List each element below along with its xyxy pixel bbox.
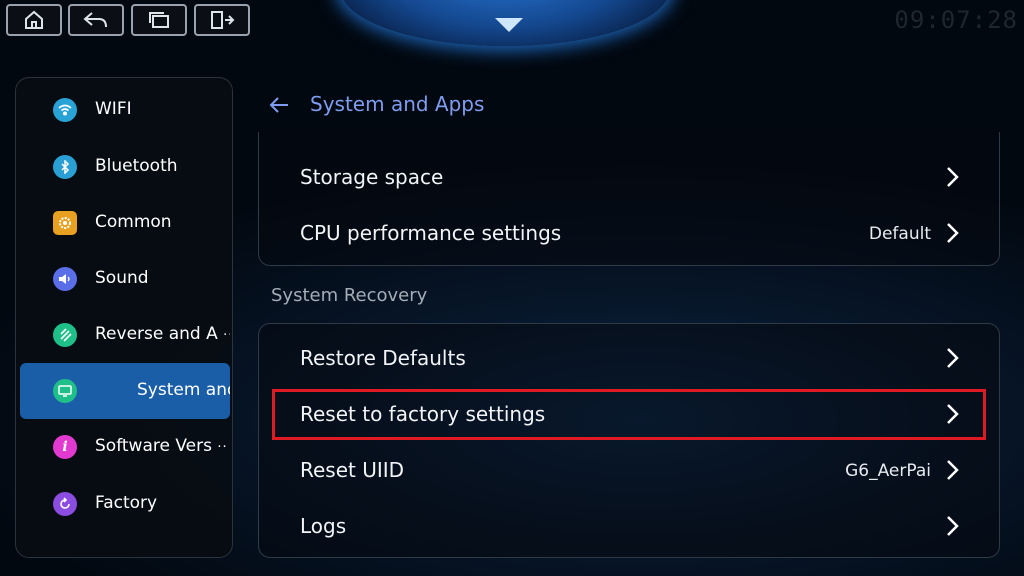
sidebar-item-label: Factory xyxy=(95,493,158,513)
restore-defaults-row[interactable]: Restore Defaults xyxy=(259,330,1001,386)
sidebar-item-label: Reverse and A ·· xyxy=(95,324,230,344)
windows-button[interactable] xyxy=(131,4,187,36)
sidebar-item-common[interactable]: Common xyxy=(20,195,230,251)
row-value: G6_AerPai xyxy=(845,461,931,481)
chevron-right-icon xyxy=(947,516,959,536)
sidebar-item-label: Bluetooth xyxy=(95,156,178,176)
chevron-down-icon[interactable] xyxy=(495,18,523,32)
storage-space-row[interactable]: Storage space xyxy=(259,149,1001,205)
sidebar-item-label: Software Vers ·· xyxy=(95,436,228,456)
sidebar-item-system[interactable]: System and xyxy=(20,363,230,419)
sidebar-item-label: WIFI xyxy=(95,99,132,119)
sidebar-item-label: Sound xyxy=(95,268,149,288)
chevron-right-icon xyxy=(947,167,959,187)
back-arrow-icon[interactable] xyxy=(268,93,292,117)
exit-button[interactable] xyxy=(194,4,250,36)
back-button[interactable] xyxy=(68,4,124,36)
sidebar: WIFI Bluetooth Common Sound Reverse and … xyxy=(15,77,233,558)
speaker-icon xyxy=(53,267,77,291)
row-label: Restore Defaults xyxy=(300,346,466,370)
wifi-icon xyxy=(53,98,77,122)
system-icon xyxy=(53,379,77,403)
sidebar-item-wifi[interactable]: WIFI xyxy=(20,82,230,138)
recovery-panel: Restore Defaults Reset to factory settin… xyxy=(258,323,1000,558)
sidebar-item-label: Common xyxy=(95,212,172,232)
row-label: Reset UIID xyxy=(300,458,405,482)
logs-row[interactable]: Logs xyxy=(259,498,1001,554)
gear-icon xyxy=(53,211,77,235)
page-title: System and Apps xyxy=(310,92,485,116)
bluetooth-icon xyxy=(53,155,77,179)
chevron-right-icon xyxy=(947,460,959,480)
highlight-box xyxy=(272,389,986,440)
sidebar-item-reverse[interactable]: Reverse and A ·· xyxy=(20,307,230,363)
row-label: CPU performance settings xyxy=(300,221,562,245)
sidebar-item-label: System and xyxy=(137,380,230,400)
back-icon xyxy=(83,12,107,28)
storage-panel: Storage space CPU performance settings D… xyxy=(258,132,1000,266)
home-button[interactable] xyxy=(6,4,62,36)
info-icon: i xyxy=(53,435,77,459)
sidebar-item-bluetooth[interactable]: Bluetooth xyxy=(20,139,230,195)
home-icon xyxy=(25,10,43,29)
chevron-right-icon xyxy=(947,223,959,243)
reverse-icon xyxy=(53,323,77,347)
exit-icon xyxy=(211,11,235,29)
sidebar-item-software-version[interactable]: i Software Vers ·· xyxy=(20,419,230,475)
reset-uiid-row[interactable]: Reset UIID G6_AerPai xyxy=(259,442,1001,498)
factory-icon xyxy=(53,492,77,516)
sidebar-item-sound[interactable]: Sound xyxy=(20,251,230,307)
row-value: Default xyxy=(868,224,931,244)
row-label: Storage space xyxy=(300,165,444,189)
windows-icon xyxy=(149,12,169,28)
row-label: Logs xyxy=(300,514,347,538)
clock: 09:07:28 xyxy=(894,6,1018,34)
sidebar-item-factory[interactable]: Factory xyxy=(20,476,230,532)
chevron-right-icon xyxy=(947,348,959,368)
cpu-performance-row[interactable]: CPU performance settings Default xyxy=(259,205,1001,261)
section-title: System Recovery xyxy=(271,285,428,306)
